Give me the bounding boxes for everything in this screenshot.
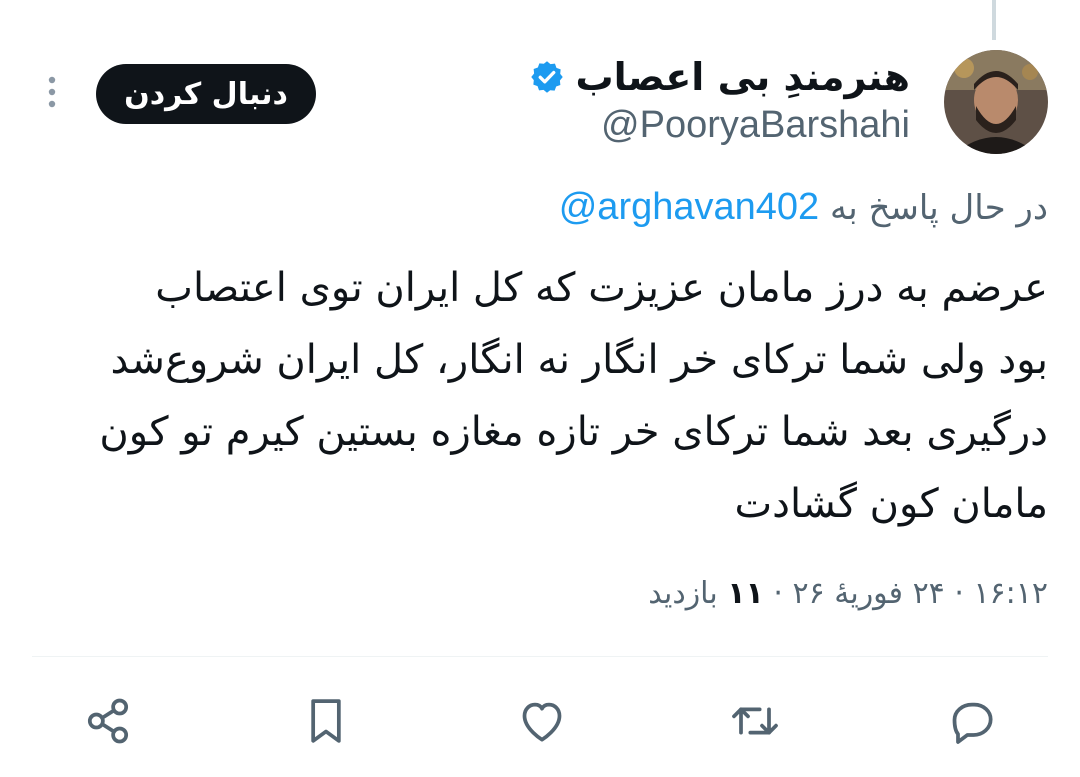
share-icon[interactable]	[80, 693, 136, 749]
views-label: بازدید	[648, 576, 718, 611]
like-icon[interactable]	[514, 693, 570, 749]
thread-connector-line	[992, 0, 996, 40]
author-name[interactable]: هنرمندِ بی اعصاب	[575, 55, 910, 99]
replying-to-label: در حال پاسخ به	[829, 188, 1048, 228]
reply-icon[interactable]	[944, 693, 1000, 749]
author-block: هنرمندِ بی اعصاب @PooryaBarshahi	[529, 52, 910, 147]
tweet-text-line: مامان کون گشادت	[734, 481, 1049, 527]
views-count: ۱۱	[727, 576, 764, 611]
tweet-text: عرضم به درز مامان عزیزت که کل ایران توی …	[58, 252, 1048, 540]
author-name-row: هنرمندِ بی اعصاب	[529, 52, 910, 102]
reply-mention-link[interactable]: @arghavan402	[559, 186, 819, 229]
tweet-text-line: درگیری بعد شما ترکای خر تازه مغازه بستین…	[99, 409, 1048, 455]
tweet-time[interactable]: ۱۶:۱۲	[973, 576, 1048, 611]
verified-badge-icon	[529, 59, 565, 95]
follow-button[interactable]: دنبال کردن	[96, 64, 316, 124]
more-options-icon[interactable]	[42, 72, 62, 112]
tweet-text-line: عرضم به درز مامان عزیزت که کل ایران توی …	[155, 265, 1048, 311]
tweet-text-line: بود ولی شما ترکای خر انگار نه انگار، کل …	[110, 337, 1048, 383]
meta-separator: ·	[954, 576, 964, 611]
tweet-meta: ۱۶:۱۲ · ۲۴ فوریهٔ ۲۶ · ۱۱ بازدید	[648, 576, 1048, 611]
bookmark-icon[interactable]	[298, 693, 354, 749]
tweet-date[interactable]: ۲۴ فوریهٔ ۲۶	[792, 576, 944, 611]
replying-to-line: در حال پاسخ به @arghavan402	[559, 186, 1048, 229]
avatar[interactable]	[944, 50, 1048, 154]
divider	[32, 656, 1048, 657]
author-handle[interactable]: @PooryaBarshahi	[529, 104, 910, 147]
meta-separator: ·	[773, 576, 783, 611]
retweet-icon[interactable]	[727, 693, 783, 749]
